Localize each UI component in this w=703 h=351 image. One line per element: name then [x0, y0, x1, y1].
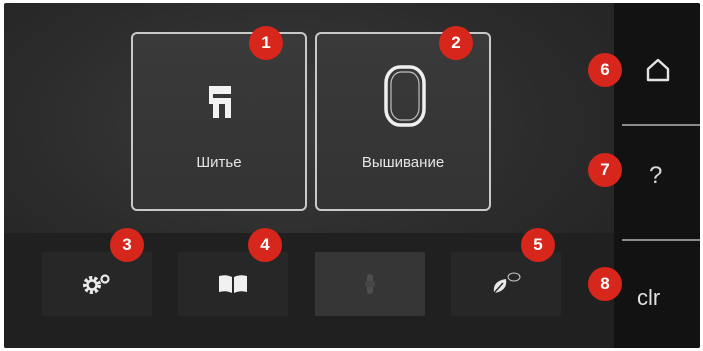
open-book-icon [219, 275, 247, 293]
sewing-mode-label: Шитье [196, 154, 242, 171]
embroidery-hoop-icon [384, 65, 426, 127]
right-sidebar: ? clr [614, 3, 700, 348]
callout-badge: 4 [248, 228, 282, 262]
gears-icon [83, 274, 110, 294]
help-button[interactable]: ? [614, 121, 700, 234]
home-icon [646, 58, 670, 82]
help-icon: ? [649, 162, 663, 189]
bobbin-button-disabled [315, 252, 425, 316]
embroidery-mode-button[interactable]: Вышивание [315, 32, 491, 211]
bobbin-icon [365, 274, 375, 294]
sewing-mode-button[interactable]: Шитье [131, 32, 307, 211]
callout-badge: 2 [439, 26, 473, 60]
callout-badge: 1 [249, 26, 283, 60]
callout-badge: 5 [521, 228, 555, 262]
settings-button[interactable] [42, 252, 152, 316]
clear-label: clr [637, 285, 661, 310]
callout-badge: 6 [588, 53, 622, 87]
tutorial-guide-button[interactable] [178, 252, 288, 316]
eco-leaf-icon [493, 272, 521, 294]
presser-foot-icon [209, 86, 231, 118]
embroidery-mode-label: Вышивание [361, 154, 445, 171]
callout-badge: 7 [588, 153, 622, 187]
clear-button[interactable]: clr [614, 238, 700, 348]
callout-badge: 3 [110, 228, 144, 262]
callout-badge: 8 [588, 267, 622, 301]
eco-mode-button[interactable] [451, 252, 561, 316]
home-button[interactable] [614, 3, 700, 116]
machine-display: Шитье Вышивание ? clr 1 2 3 4 5 6 7 8 [4, 3, 700, 348]
